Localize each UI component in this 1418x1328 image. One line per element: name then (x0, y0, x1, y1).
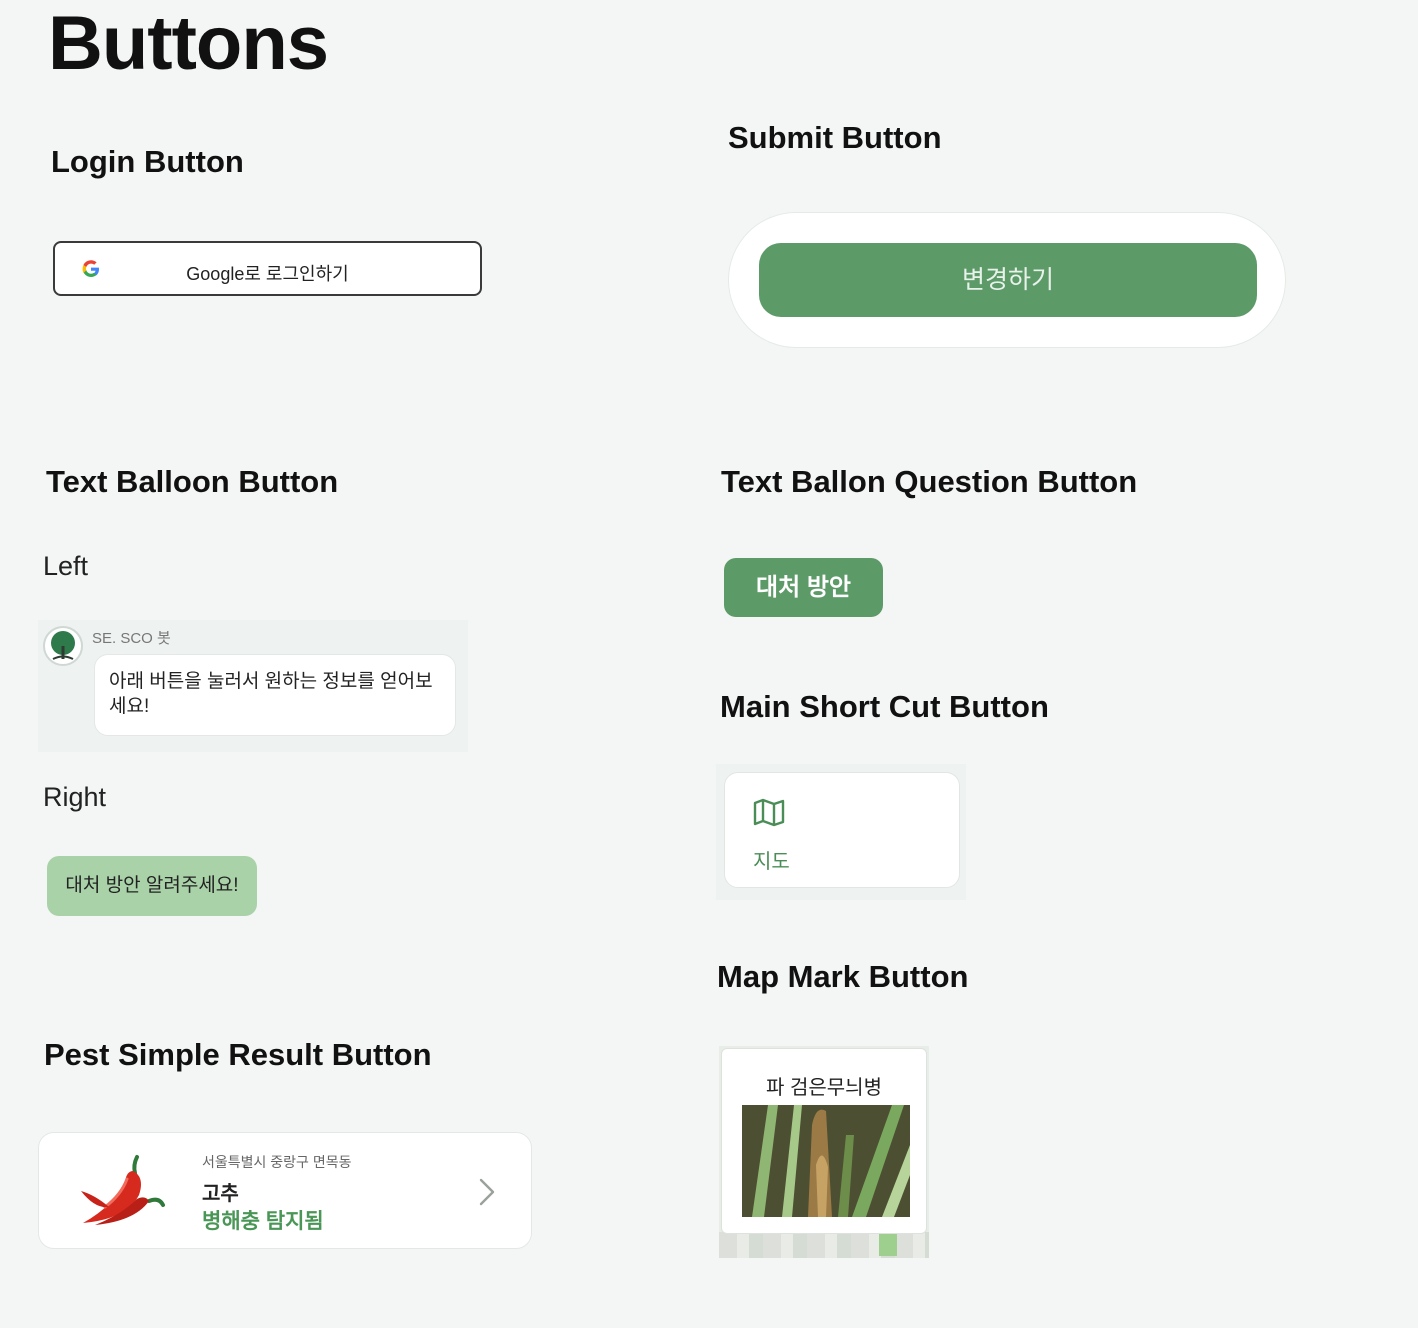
bot-avatar-icon (43, 626, 83, 666)
pest-status: 병해충 탐지됨 (202, 1210, 324, 1233)
chili-pepper-icon (81, 1155, 165, 1225)
bot-message: SE. SCO 봇 아래 버튼을 눌러서 원하는 정보를 얻어보세요! (38, 620, 468, 752)
pest-crop: 고추 (202, 1183, 239, 1205)
right-text-balloon[interactable]: 대처 방안 알려주세요! (47, 856, 257, 916)
bot-name: SE. SCO 봇 (92, 630, 171, 647)
pest-result-button[interactable]: 서울특별시 중랑구 면목동 고추 병해충 탐지됨 (38, 1132, 532, 1249)
map-icon (753, 798, 785, 827)
map-shortcut-button[interactable]: 지도 (724, 772, 960, 888)
google-login-label: Google로 로그인하기 (186, 264, 349, 284)
disease-photo (742, 1105, 910, 1217)
left-text-balloon[interactable]: 아래 버튼을 눌러서 원하는 정보를 얻어보세요! (94, 654, 456, 736)
login-section-title: Login Button (51, 144, 244, 179)
shortcut-label: 지도 (753, 851, 790, 873)
balloon-right-label: Right (43, 782, 107, 812)
chevron-right-icon (479, 1178, 495, 1206)
map-mark-label: 파 검은무늬병 (766, 1077, 882, 1099)
balloon-left-label: Left (43, 551, 89, 581)
shortcut-section-title: Main Short Cut Button (720, 689, 1049, 724)
question-section-title: Text Ballon Question Button (721, 464, 1138, 499)
google-login-button[interactable]: Google로 로그인하기 (53, 241, 482, 296)
map-mark-section-title: Map Mark Button (717, 959, 969, 994)
question-button[interactable]: 대처 방안 (724, 558, 883, 617)
submit-section-title: Submit Button (728, 120, 942, 155)
pest-section-title: Pest Simple Result Button (44, 1037, 432, 1072)
shortcut-area: 지도 (716, 764, 966, 900)
map-background (719, 1232, 929, 1258)
map-mark-area: 파 검은무늬병 (719, 1046, 929, 1258)
map-mark-button[interactable]: 파 검은무늬병 (721, 1048, 927, 1234)
page-title: Buttons (48, 1, 329, 86)
text-balloon-section-title: Text Balloon Button (46, 464, 339, 499)
submit-button[interactable]: 변경하기 (759, 243, 1257, 317)
submit-button-container: 변경하기 (728, 212, 1286, 348)
pest-address: 서울특별시 중랑구 면목동 (202, 1154, 352, 1170)
